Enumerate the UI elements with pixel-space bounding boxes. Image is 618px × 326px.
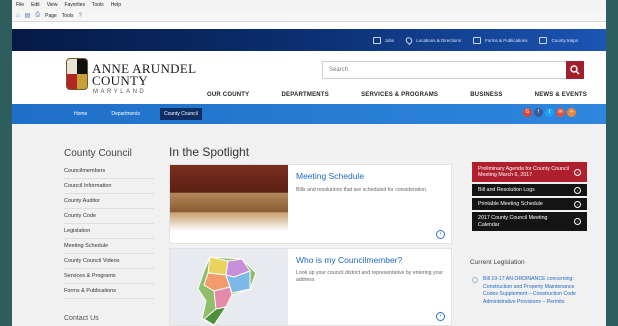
card-description: Look up your council district and repres… (296, 270, 444, 283)
card-title[interactable]: Who is my Councilmember? (296, 255, 402, 265)
home-icon[interactable]: ⌂ (16, 13, 20, 19)
utility-link-jobs[interactable]: Jobs (372, 36, 394, 44)
nav-departments[interactable]: DEPARTMENTS (281, 92, 328, 98)
nav-our-county[interactable]: OUR COUNTY (207, 92, 249, 98)
sidebar-item-county-auditor[interactable]: County Auditor (64, 194, 154, 209)
document-icon (472, 36, 481, 44)
email-icon[interactable]: ✉ (556, 108, 565, 117)
menu-view[interactable]: View (47, 2, 58, 8)
spotlight-card-councilmember[interactable]: Who is my Councilmember? Look up your co… (169, 248, 452, 326)
spotlight-title: In the Spotlight (169, 145, 250, 159)
browser-command-bar: ⌂ ▤ ⎙ Page Tools ? (12, 10, 606, 22)
main-navigation: OUR COUNTY DEPARTMENTS SERVICES & PROGRA… (207, 92, 587, 98)
sidebar-item-council-videos[interactable]: County Council Videos (64, 254, 154, 269)
utility-bar: Jobs Locations & Directions Forms & Publ… (12, 29, 606, 51)
search-input[interactable]: Search (322, 61, 566, 79)
print-icon[interactable]: ⎙ (35, 12, 40, 19)
feeds-icon[interactable]: ▤ (25, 12, 31, 19)
gavel-image (170, 165, 288, 243)
utility-link-maps[interactable]: County Maps (539, 36, 578, 44)
menu-favorites[interactable]: Favorites (64, 2, 85, 8)
share-icon[interactable]: + (567, 108, 576, 117)
map-pin-icon (404, 35, 414, 45)
card-description: Bills and resolutions that are scheduled… (296, 187, 428, 193)
sidebar-item-county-code[interactable]: County Code (64, 209, 154, 224)
spotlight-card-meeting-schedule[interactable]: Meeting Schedule Bills and resolutions t… (169, 164, 452, 244)
breadcrumb-county-council[interactable]: County Council (159, 108, 202, 120)
browser-menu-bar: File Edit View Favorites Tools Help (12, 0, 606, 10)
arrow-right-icon[interactable]: › (436, 312, 445, 321)
tools-menu-button[interactable]: Tools (62, 13, 74, 19)
sidebar-item-services-programs[interactable]: Services & Programs (64, 269, 154, 284)
district-map-graphic (197, 256, 257, 326)
arrow-right-icon[interactable]: › (436, 230, 445, 239)
arrow-right-icon: › (574, 218, 581, 225)
arrow-right-icon: › (574, 168, 581, 176)
browser-page: File Edit View Favorites Tools Help ⌂ ▤ … (12, 0, 606, 326)
sidebar-item-meeting-schedule[interactable]: Meeting Schedule (64, 239, 154, 254)
nav-services-programs[interactable]: SERVICES & PROGRAMS (361, 92, 438, 98)
circle-icon (472, 277, 478, 283)
utility-link-locations[interactable]: Locations & Directions (404, 35, 461, 45)
help-icon[interactable]: ? (78, 13, 81, 19)
sidebar-item-councilmembers[interactable]: Councilmembers (64, 164, 154, 179)
sidebar: County Council Councilmembers Council In… (64, 148, 154, 299)
site-subtitle: MARYLAND (93, 89, 147, 95)
map-icon (539, 36, 548, 44)
sidebar-item-legislation[interactable]: Legislation (64, 224, 154, 239)
quick-link-printable-schedule[interactable]: Printable Meeting Schedule › (472, 198, 587, 210)
sidebar-title[interactable]: County Council (64, 148, 154, 159)
sidebar-item-council-information[interactable]: Council Information (64, 179, 154, 194)
search-button[interactable] (566, 61, 584, 79)
current-legislation-title: Current Legislation (470, 259, 525, 266)
breadcrumb-departments[interactable]: Departments (107, 108, 144, 120)
county-seal-icon[interactable] (66, 58, 88, 90)
page-menu-button[interactable]: Page (45, 13, 57, 19)
site-title[interactable]: ANNE ARUNDEL COUNTY (92, 62, 196, 87)
search-icon (570, 65, 580, 75)
breadcrumb: Home Departments County Council (12, 104, 606, 124)
card-title[interactable]: Meeting Schedule (296, 171, 364, 181)
twitter-icon[interactable]: t (545, 108, 554, 117)
google-plus-icon[interactable]: G (523, 108, 532, 117)
quick-link-bill-logs[interactable]: Bill and Resolution Logs › (472, 184, 587, 196)
social-links: G f t ✉ + (523, 108, 576, 117)
nav-news-events[interactable]: NEWS & EVENTS (535, 92, 587, 98)
facebook-icon[interactable]: f (534, 108, 543, 117)
menu-help[interactable]: Help (111, 2, 121, 8)
nav-business[interactable]: BUSINESS (470, 92, 502, 98)
arrow-right-icon: › (574, 186, 581, 194)
sidebar-item-forms-publications[interactable]: Forms & Publications (64, 284, 154, 299)
utility-link-forms[interactable]: Forms & Publications (472, 36, 527, 44)
district-map-image (170, 249, 288, 326)
briefcase-icon (372, 36, 381, 44)
menu-edit[interactable]: Edit (31, 2, 40, 8)
quick-link-meeting-calendar[interactable]: 2017 County Council Meeting Calendar › (472, 212, 587, 231)
legislation-item[interactable]: Bill 19-17 AN ORDINANCE concerning: Cons… (472, 276, 587, 306)
contact-us-link[interactable]: Contact Us (64, 315, 99, 322)
arrow-right-icon: › (574, 200, 581, 208)
menu-tools[interactable]: Tools (92, 2, 104, 8)
quick-link-preliminary-agenda[interactable]: Preliminary Agenda for County Council Me… (472, 162, 587, 182)
breadcrumb-home[interactable]: Home (70, 108, 91, 120)
menu-file[interactable]: File (16, 2, 24, 8)
